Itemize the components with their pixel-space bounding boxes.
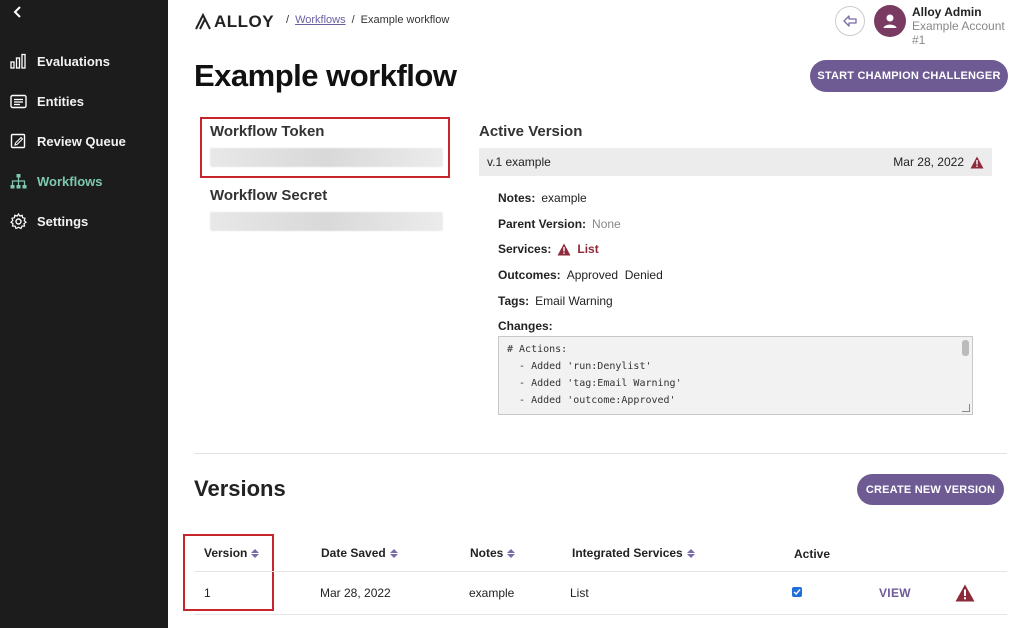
detail-parent-version: Parent Version: None — [498, 217, 621, 231]
sort-icon — [507, 548, 516, 558]
column-header-notes[interactable]: Notes — [470, 546, 516, 560]
chevron-left-icon[interactable] — [10, 4, 26, 20]
cell-version: 1 — [204, 586, 211, 600]
sidebar-item-evaluations[interactable]: Evaluations — [10, 51, 110, 71]
warning-icon[interactable] — [955, 584, 975, 607]
list-card-icon — [10, 93, 27, 110]
logo[interactable]: ALLOY — [194, 12, 274, 32]
tags-value: Email Warning — [535, 294, 613, 308]
column-header-active: Active — [794, 547, 831, 561]
main-content: ALLOY / Workflows / Example workflow All… — [168, 0, 1020, 628]
sidebar-item-label: Evaluations — [37, 53, 110, 69]
avatar[interactable] — [874, 5, 906, 37]
warning-icon — [557, 243, 571, 255]
changes-line: - Added 'tag:Email Warning' — [507, 378, 682, 389]
column-header-integrated-services[interactable]: Integrated Services — [572, 546, 695, 560]
divider — [194, 453, 1007, 454]
parent-version-value: None — [592, 217, 621, 231]
warning-icon — [970, 156, 984, 168]
sidebar-item-label: Entities — [37, 93, 84, 109]
changes-line: # Actions: — [507, 344, 568, 355]
sidebar: Evaluations Entities Review Queue Workfl… — [0, 0, 168, 628]
user-icon — [883, 14, 897, 28]
hierarchy-icon — [10, 173, 27, 190]
detail-outcomes: Outcomes: Approved Denied — [498, 268, 663, 282]
active-checkbox[interactable] — [792, 587, 802, 597]
workflow-token-label: Workflow Token — [210, 123, 325, 140]
notes-value: example — [541, 191, 587, 205]
active-version-label: Active Version — [479, 123, 583, 140]
sort-icon — [389, 548, 398, 558]
sidebar-item-label: Review Queue — [37, 133, 126, 149]
breadcrumb: / Workflows / Example workflow — [286, 14, 450, 26]
sort-icon — [686, 548, 695, 558]
checkmark-icon — [793, 589, 801, 596]
detail-notes: Notes: example — [498, 191, 587, 205]
outcomes-value: Approved Denied — [566, 268, 663, 282]
create-new-version-button[interactable]: CREATE NEW VERSION — [857, 474, 1004, 505]
sidebar-item-review-queue[interactable]: Review Queue — [10, 131, 126, 151]
workflow-token-value[interactable] — [210, 148, 443, 167]
scrollbar[interactable] — [962, 340, 969, 356]
services-link[interactable]: List — [577, 242, 598, 256]
breadcrumb-current: Example workflow — [360, 14, 450, 26]
active-version-name: v.1 example — [487, 155, 551, 169]
active-version-date: Mar 28, 2022 — [893, 155, 964, 169]
sidebar-item-label: Workflows — [37, 173, 103, 189]
changes-line: - Added 'run:Denylist' — [507, 361, 652, 372]
cell-date-saved: Mar 28, 2022 — [320, 586, 391, 600]
bar-chart-icon — [10, 53, 27, 70]
detail-changes: Changes: — [498, 319, 553, 333]
sort-icon — [251, 548, 260, 558]
detail-services: Services: List — [498, 242, 599, 256]
active-version-bar: v.1 example Mar 28, 2022 — [479, 148, 992, 176]
versions-title: Versions — [194, 476, 286, 501]
breadcrumb-link-workflows[interactable]: Workflows — [295, 14, 346, 26]
switch-account-button[interactable] — [835, 6, 865, 36]
cell-integrated-services: List — [570, 586, 589, 600]
changes-line: - Added 'outcome:Approved' — [507, 395, 676, 406]
cell-notes: example — [469, 586, 515, 600]
gear-icon — [10, 212, 27, 230]
user-account: Example Account #1 — [912, 19, 1005, 47]
sidebar-item-entities[interactable]: Entities — [10, 91, 84, 111]
sidebar-item-workflows[interactable]: Workflows — [10, 171, 103, 191]
workflow-secret-value[interactable] — [210, 212, 443, 231]
page-title: Example workflow — [194, 58, 457, 93]
changes-textarea[interactable]: # Actions: - Added 'run:Denylist' - Adde… — [498, 336, 973, 415]
start-champion-challenger-button[interactable]: START CHAMPION CHALLENGER — [810, 60, 1008, 92]
resize-handle[interactable] — [962, 404, 970, 412]
logo-text: ALLOY — [214, 12, 275, 31]
user-name: Alloy Admin — [912, 5, 982, 19]
view-link[interactable]: VIEW — [879, 586, 911, 600]
sidebar-item-label: Settings — [37, 213, 89, 229]
detail-tags: Tags: Email Warning — [498, 294, 613, 308]
edit-square-icon — [10, 133, 27, 150]
alloy-logo-icon — [195, 12, 211, 30]
column-header-date-saved[interactable]: Date Saved — [321, 546, 398, 560]
workflow-secret-label: Workflow Secret — [210, 187, 328, 204]
sidebar-item-settings[interactable]: Settings — [10, 211, 88, 231]
arrow-left-icon — [843, 15, 857, 27]
column-header-version[interactable]: Version — [204, 546, 260, 560]
